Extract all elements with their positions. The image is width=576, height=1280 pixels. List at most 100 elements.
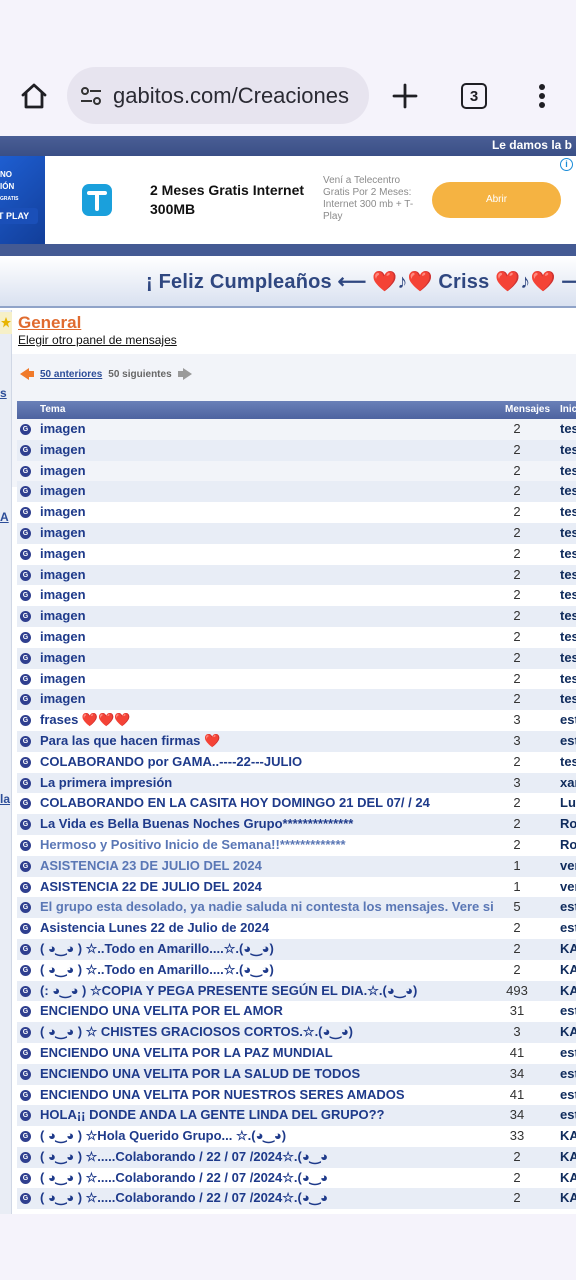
table-row[interactable]: Gimagen 2 tes — [17, 522, 576, 544]
author-link[interactable]: tes — [560, 587, 576, 602]
topic-link[interactable]: imagen — [40, 525, 496, 540]
author-link[interactable]: tes — [560, 546, 576, 561]
author-link[interactable]: est — [560, 920, 576, 935]
author-link[interactable]: Ro — [560, 816, 576, 831]
table-row[interactable]: G ENCIENDO UNA VELITA POR LA PAZ MUNDIAL 4… — [17, 1043, 576, 1064]
site-settings-icon[interactable] — [79, 84, 103, 108]
column-messages[interactable]: Mensajes — [505, 404, 550, 415]
table-row[interactable]: Gimagen 2 tes — [17, 647, 576, 669]
table-row[interactable]: Gimagen 2 tes — [17, 627, 576, 648]
table-row[interactable]: G ( ◕‿◕ ) ☆Hola Querido Grupo... ☆.(◕‿◕) 3… — [17, 1126, 576, 1147]
topic-link[interactable]: ENCIENDO UNA VELITA POR LA SALUD DE TODO… — [40, 1066, 496, 1081]
author-link[interactable]: est — [560, 899, 576, 914]
author-link[interactable]: ver — [560, 858, 576, 873]
topic-link[interactable]: imagen — [40, 587, 496, 602]
author-link[interactable]: tes — [560, 525, 576, 540]
table-row[interactable]: G ASISTENCIA 22 DE JULIO DEL 2024 1 ver — [17, 877, 576, 898]
table-row[interactable]: Gimagen 2 tes — [17, 585, 576, 606]
topic-link[interactable]: imagen — [40, 691, 496, 706]
topic-link[interactable]: imagen — [40, 504, 496, 519]
new-tab-icon[interactable] — [387, 76, 423, 116]
sidebar-link-fragment[interactable]: s — [0, 386, 7, 400]
table-row[interactable]: G Para las que hacen firmas ❤️ 3 est — [17, 730, 576, 752]
table-row[interactable]: Gfrases ❤️❤️❤️ 3 est — [17, 710, 576, 731]
topic-link[interactable]: imagen — [40, 442, 496, 457]
topic-link[interactable]: ( ◕‿◕ ) ☆.....Colaborando / 22 / 07 /202… — [40, 1149, 496, 1165]
author-link[interactable]: est — [560, 1045, 576, 1060]
topic-link[interactable]: COLABORANDO por GAMA..----22---JULIO — [40, 754, 496, 769]
topic-link[interactable]: La Vida es Bella Buenas Noches Grupo****… — [40, 816, 496, 831]
author-link[interactable]: KA — [560, 1170, 576, 1185]
author-link[interactable]: tes — [560, 442, 576, 457]
table-row[interactable]: G ( ◕‿◕ ) ☆.....Colaborando / 22 / 07 /20… — [17, 1168, 576, 1189]
author-link[interactable]: tes — [560, 629, 576, 644]
forum-title[interactable]: General — [18, 313, 81, 333]
author-link[interactable]: tes — [560, 504, 576, 519]
table-row[interactable]: Gimagen 2 tes — [17, 502, 576, 523]
author-link[interactable]: tes — [560, 483, 576, 498]
topic-link[interactable]: ASISTENCIA 23 DE JULIO DEL 2024 — [40, 858, 496, 873]
table-row[interactable]: Gimagen 2 tes — [17, 481, 576, 503]
author-link[interactable]: KA — [560, 1128, 576, 1143]
topic-link[interactable]: ( ◕‿◕ ) ☆..Todo en Amarillo....☆.(◕‿◕) — [40, 962, 496, 978]
table-row[interactable]: Gimagen 2 tes — [17, 461, 576, 482]
topic-link[interactable]: El grupo esta desolado, ya nadie saluda … — [40, 899, 496, 914]
topic-link[interactable]: Hermoso y Positivo Inicio de Semana!!***… — [40, 837, 496, 852]
sidebar-link-fragment[interactable]: A — [0, 510, 9, 524]
topic-link[interactable]: ( ◕‿◕ ) ☆.....Colaborando / 22 / 07 /202… — [40, 1190, 496, 1206]
author-link[interactable]: est — [560, 1003, 576, 1018]
home-icon[interactable] — [14, 76, 54, 116]
tab-switcher-button[interactable]: 3 — [458, 80, 490, 112]
column-topic[interactable]: Tema — [40, 404, 65, 415]
table-row[interactable]: G ASISTENCIA 23 DE JULIO DEL 2024 1 ver — [17, 855, 576, 877]
author-link[interactable]: ver — [560, 879, 576, 894]
table-row[interactable]: Gimagen 2 tes — [17, 544, 576, 565]
author-link[interactable]: est — [560, 712, 576, 727]
column-author[interactable]: Inicia — [560, 404, 576, 415]
topic-link[interactable]: Para las que hacen firmas ❤️ — [40, 733, 496, 749]
ad-open-button[interactable]: Abrir — [432, 182, 561, 218]
author-link[interactable]: tes — [560, 650, 576, 665]
topic-link[interactable]: imagen — [40, 629, 496, 644]
author-link[interactable]: KA — [560, 941, 576, 956]
topic-link[interactable]: ( ◕‿◕ ) ☆ CHISTES GRACIOSOS CORTOS.☆.(◕‿… — [40, 1024, 496, 1040]
topic-link[interactable]: ( ◕‿◕ ) ☆..Todo en Amarillo....☆.(◕‿◕) — [40, 941, 496, 957]
author-link[interactable]: Ro — [560, 837, 576, 852]
topic-link[interactable]: La primera impresión — [40, 775, 496, 790]
topic-link[interactable]: ( ◕‿◕ ) ☆.....Colaborando / 22 / 07 /202… — [40, 1170, 496, 1186]
author-link[interactable]: KA — [560, 1190, 576, 1205]
topic-link[interactable]: imagen — [40, 421, 496, 436]
topic-link[interactable]: imagen — [40, 483, 496, 498]
topic-link[interactable]: HOLA¡¡ DONDE ANDA LA GENTE LINDA DEL GRU… — [40, 1107, 496, 1122]
table-row[interactable]: Gimagen 2 tes — [17, 439, 576, 461]
table-row[interactable]: G La Vida es Bella Buenas Noches Grupo***… — [17, 814, 576, 835]
table-row[interactable]: Gimagen 2 tes — [17, 606, 576, 627]
table-row[interactable]: Gimagen 2 tes — [17, 564, 576, 586]
table-row[interactable]: G El grupo esta desolado, ya nadie saluda… — [17, 897, 576, 919]
topic-link[interactable]: ENCIENDO UNA VELITA POR EL AMOR — [40, 1003, 496, 1018]
topic-link[interactable]: Asistencia Lunes 22 de Julio de 2024 — [40, 920, 496, 935]
previous-page-link[interactable]: 50 anteriores — [40, 369, 102, 380]
sidebar-link-fragment[interactable]: la — [0, 792, 10, 806]
topic-link[interactable]: imagen — [40, 546, 496, 561]
table-row[interactable]: Gimagen 2 tes — [17, 669, 576, 690]
author-link[interactable]: est — [560, 1087, 576, 1102]
topic-link[interactable]: ENCIENDO UNA VELITA POR LA PAZ MUNDIAL — [40, 1045, 496, 1060]
topic-link[interactable]: ENCIENDO UNA VELITA POR NUESTROS SERES A… — [40, 1087, 496, 1102]
table-row[interactable]: G ENCIENDO UNA VELITA POR EL AMOR 31 est — [17, 1001, 576, 1022]
table-row[interactable]: G ENCIENDO UNA VELITA POR NUESTROS SERES … — [17, 1085, 576, 1106]
topic-link[interactable]: (: ◕‿◕ ) ☆COPIA Y PEGA PRESENTE SEGÚN EL… — [40, 983, 496, 999]
topic-link[interactable]: frases ❤️❤️❤️ — [40, 712, 496, 728]
author-link[interactable]: tes — [560, 567, 576, 582]
ad-info-icon[interactable]: i — [560, 158, 573, 171]
table-row[interactable]: Gimagen 2 tes — [17, 689, 576, 711]
author-link[interactable]: tes — [560, 754, 576, 769]
table-row[interactable]: G COLABORANDO EN LA CASITA HOY DOMINGO 21… — [17, 793, 576, 814]
table-row[interactable]: G ( ◕‿◕ ) ☆..Todo en Amarillo....☆.(◕‿◕) 2… — [17, 960, 576, 981]
ad-title[interactable]: 2 Meses Gratis Internet 300MB — [150, 181, 320, 219]
url-text[interactable]: gabitos.com/Creaciones — [113, 83, 349, 109]
table-row[interactable]: G ( ◕‿◕ ) ☆..Todo en Amarillo....☆.(◕‿◕) 2… — [17, 938, 576, 960]
topic-link[interactable]: imagen — [40, 650, 496, 665]
address-bar[interactable]: gabitos.com/Creaciones — [67, 67, 369, 124]
table-row[interactable]: G ( ◕‿◕ ) ☆.....Colaborando / 22 / 07 /20… — [17, 1188, 576, 1210]
